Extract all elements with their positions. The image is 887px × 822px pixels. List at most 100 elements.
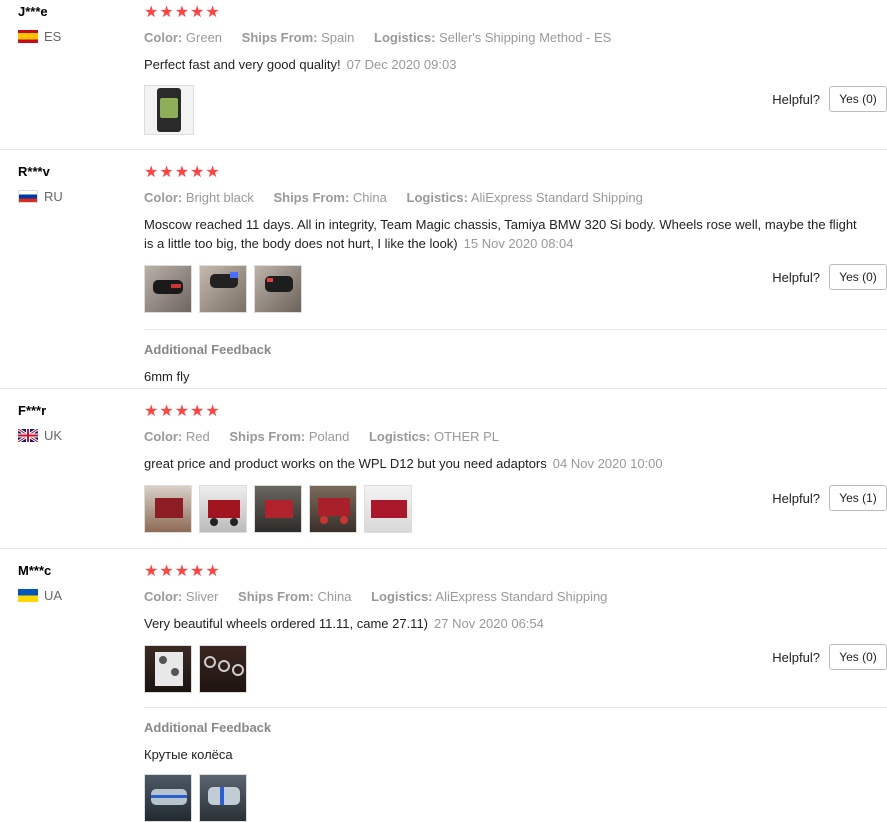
review-photo[interactable] — [199, 485, 247, 533]
star-rating: ★★★★★ — [144, 164, 221, 181]
additional-feedback: Additional Feedback 6mm fly — [144, 329, 887, 384]
helpful-yes-button[interactable]: Yes (0) — [829, 264, 887, 290]
review-photo[interactable] — [199, 774, 247, 822]
ships-label: Ships From: — [238, 589, 314, 604]
additional-feedback: Additional Feedback Крутые колёса — [144, 707, 887, 822]
additional-photos — [144, 774, 887, 822]
additional-feedback-title: Additional Feedback — [144, 720, 272, 735]
helpful-label: Helpful? — [772, 490, 820, 506]
star-rating: ★★★★★ — [144, 563, 221, 580]
review-photo[interactable] — [309, 485, 357, 533]
review-body: ★★★★★ Color: Sliver Ships From: China Lo… — [144, 563, 887, 822]
review-photo[interactable] — [364, 485, 412, 533]
country-code: UA — [44, 588, 63, 603]
review-content: Perfect fast and very good quality! — [144, 57, 341, 72]
logistics-label: Logistics: — [368, 429, 431, 444]
review-photo[interactable] — [254, 485, 302, 533]
review-photo[interactable] — [144, 774, 192, 822]
color-value: Sliver — [185, 589, 219, 604]
ships-label: Ships From: — [229, 429, 306, 444]
review-text: Moscow reached 11 days. All in integrity… — [144, 215, 859, 253]
reviewer-country: RU — [18, 189, 63, 204]
review-content: Very beautiful wheels ordered 11.11, cam… — [144, 616, 429, 631]
review-photo[interactable] — [199, 645, 247, 693]
ships-label: Ships From: — [241, 30, 318, 45]
review-meta: Color: Bright black Ships From: China Lo… — [144, 190, 887, 206]
reviewer-name: J***e — [18, 4, 48, 19]
country-code: ES — [44, 29, 62, 44]
review-photo[interactable] — [199, 265, 247, 313]
reviewer-info: J***e ES — [18, 4, 61, 44]
review-item: R***v RU ★★★★★ Color: Bright black Ships… — [0, 149, 887, 389]
flag-es-icon — [18, 30, 38, 43]
review-text: great price and product works on the WPL… — [144, 454, 859, 473]
ships-value: Poland — [308, 429, 350, 444]
logistics-value: OTHER PL — [434, 429, 500, 444]
country-code: UK — [44, 428, 63, 443]
additional-feedback-title: Additional Feedback — [144, 342, 272, 357]
review-photo[interactable] — [144, 265, 192, 313]
color-label: Color: — [144, 429, 183, 444]
color-label: Color: — [144, 190, 183, 205]
review-body: ★★★★★ Color: Red Ships From: Poland Logi… — [144, 403, 887, 533]
helpful-yes-button[interactable]: Yes (0) — [829, 644, 887, 670]
ships-value: China — [352, 190, 387, 205]
helpful-section: Helpful? Yes (0) — [772, 264, 887, 290]
review-content: great price and product works on the WPL… — [144, 456, 547, 471]
reviewer-country: UA — [18, 588, 62, 603]
review-item: F***r UK ★★★★★ Color: Red Ships From: Po… — [0, 388, 887, 549]
helpful-yes-button[interactable]: Yes (1) — [829, 485, 887, 511]
review-meta: Color: Green Ships From: Spain Logistics… — [144, 30, 887, 46]
color-value: Red — [185, 429, 210, 444]
review-photo[interactable] — [144, 645, 192, 693]
helpful-section: Helpful? Yes (0) — [772, 86, 887, 112]
review-item: J***e ES ★★★★★ Color: Green Ships From: … — [0, 0, 887, 150]
star-rating: ★★★★★ — [144, 4, 221, 21]
additional-feedback-text: 6mm fly — [144, 369, 190, 384]
review-photo[interactable] — [144, 485, 192, 533]
country-code: RU — [44, 189, 63, 204]
reviewer-info: M***c UA — [18, 563, 62, 603]
reviewer-info: F***r UK — [18, 403, 62, 443]
additional-feedback-text: Крутые колёса — [144, 747, 233, 762]
review-text: Very beautiful wheels ordered 11.11, cam… — [144, 614, 859, 633]
color-value: Bright black — [185, 190, 254, 205]
helpful-label: Helpful? — [772, 649, 820, 665]
ships-value: Spain — [321, 30, 355, 45]
logistics-value: AliExpress Standard Shipping — [435, 589, 608, 604]
review-meta: Color: Red Ships From: Poland Logistics:… — [144, 429, 887, 445]
reviewer-country: UK — [18, 428, 62, 443]
color-label: Color: — [144, 589, 183, 604]
helpful-label: Helpful? — [772, 91, 820, 107]
review-item: M***c UA ★★★★★ Color: Sliver Ships From:… — [0, 548, 887, 822]
helpful-section: Helpful? Yes (0) — [772, 644, 887, 670]
review-meta: Color: Sliver Ships From: China Logistic… — [144, 589, 887, 605]
review-date: 27 Nov 2020 06:54 — [434, 616, 544, 631]
reviewer-name: M***c — [18, 563, 52, 578]
helpful-label: Helpful? — [772, 269, 820, 285]
reviewer-country: ES — [18, 29, 61, 44]
flag-ua-icon — [18, 589, 38, 602]
review-date: 15 Nov 2020 08:04 — [463, 236, 574, 251]
review-body: ★★★★★ Color: Green Ships From: Spain Log… — [144, 4, 887, 135]
ships-value: China — [317, 589, 352, 604]
review-photo[interactable] — [144, 85, 194, 135]
flag-ru-icon — [18, 190, 38, 203]
reviewer-info: R***v RU — [18, 164, 63, 204]
reviewer-name: R***v — [18, 164, 50, 179]
logistics-label: Logistics: — [406, 190, 468, 205]
flag-uk-icon — [18, 429, 38, 442]
star-rating: ★★★★★ — [144, 403, 221, 420]
review-date: 04 Nov 2020 10:00 — [552, 456, 663, 471]
review-date: 07 Dec 2020 09:03 — [346, 57, 457, 72]
color-label: Color: — [144, 30, 183, 45]
color-value: Green — [185, 30, 223, 45]
review-photo[interactable] — [254, 265, 302, 313]
helpful-yes-button[interactable]: Yes (0) — [829, 86, 887, 112]
helpful-section: Helpful? Yes (1) — [772, 485, 887, 511]
logistics-label: Logistics: — [371, 589, 433, 604]
review-text: Perfect fast and very good quality! 07 De… — [144, 55, 859, 74]
logistics-value: Seller's Shipping Method - ES — [439, 30, 612, 45]
reviewer-name: F***r — [18, 403, 47, 418]
ships-label: Ships From: — [273, 190, 350, 205]
